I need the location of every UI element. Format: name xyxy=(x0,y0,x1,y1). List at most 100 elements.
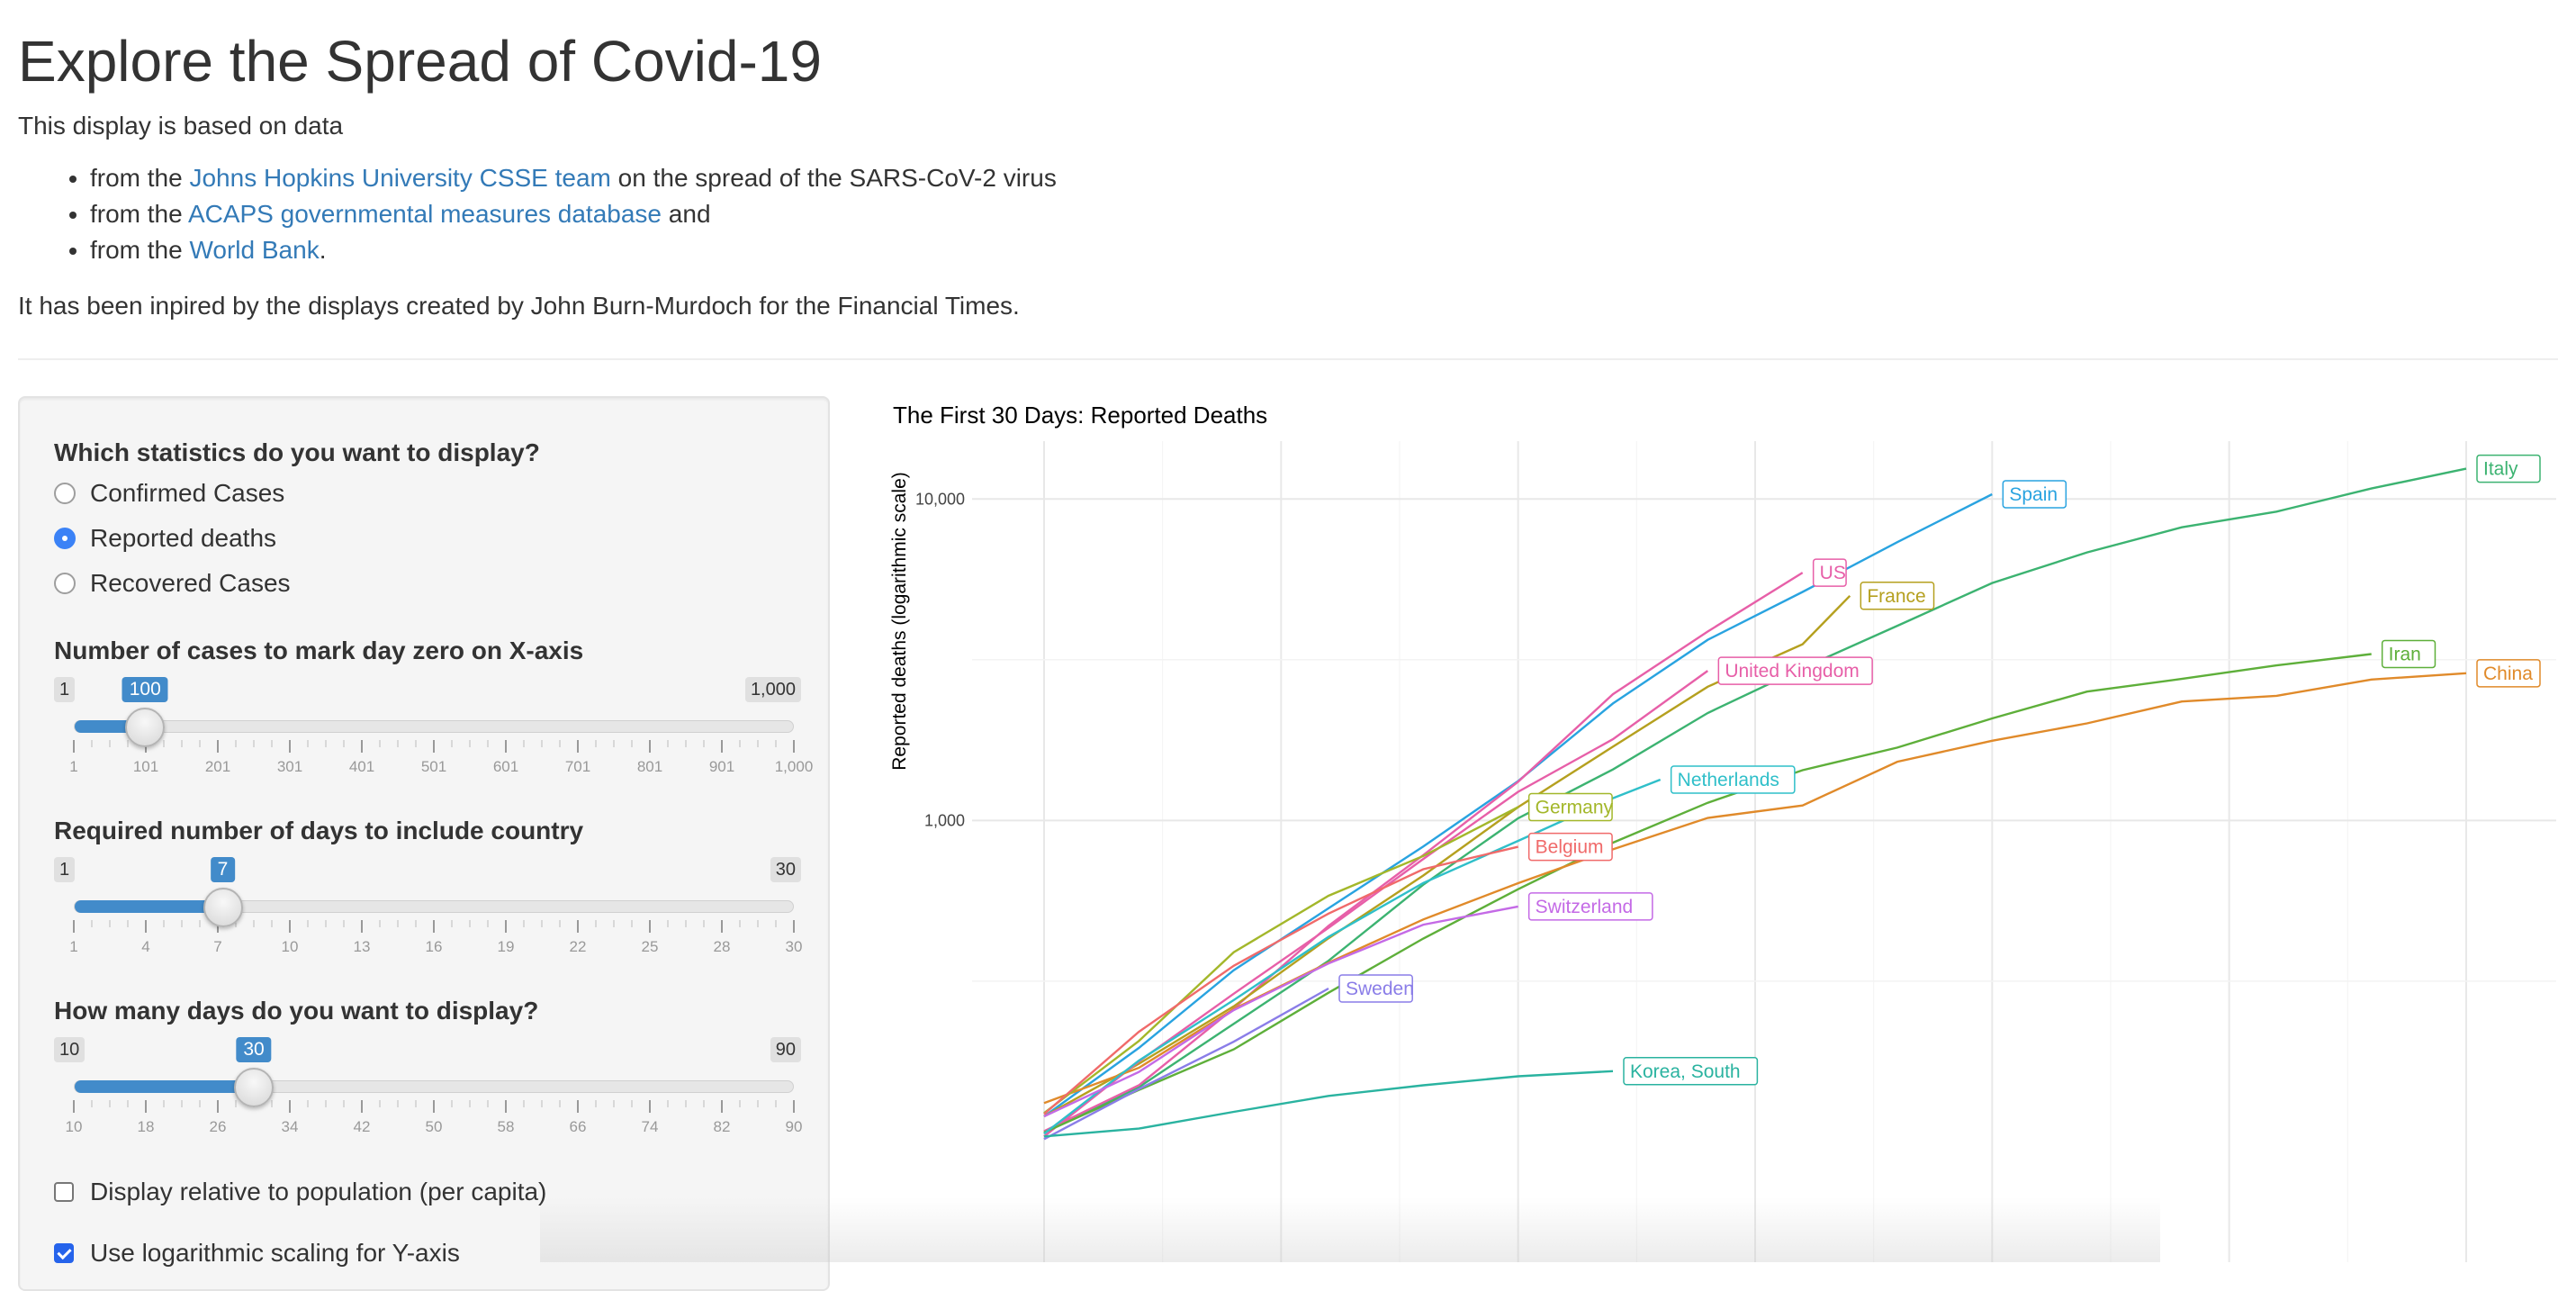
slider-minor-tick xyxy=(469,920,471,927)
slider-tick xyxy=(361,740,363,753)
slider-minor-tick xyxy=(271,920,273,927)
slider-track[interactable] xyxy=(74,720,794,733)
slider-value-label: 30 xyxy=(236,1037,272,1062)
slider-tick xyxy=(721,740,723,753)
slider-tick xyxy=(361,920,363,933)
slider-minor-tick xyxy=(757,920,759,927)
slider-minor-tick xyxy=(163,1100,165,1107)
slider-tick-label: 74 xyxy=(641,1118,659,1135)
series-label: China xyxy=(2483,664,2533,684)
slider-minor-tick xyxy=(667,740,669,747)
slider-minor-tick xyxy=(631,1100,633,1107)
radio-reported-deaths[interactable]: Reported deaths xyxy=(54,520,276,556)
slider-value-label: 7 xyxy=(210,857,236,882)
series-label: France xyxy=(1867,586,1925,607)
jhu-link[interactable]: Johns Hopkins University CSSE team xyxy=(189,164,610,192)
slider-tick-label: 26 xyxy=(209,1118,227,1135)
slider-handle[interactable] xyxy=(125,708,166,747)
slider-tick-label: 13 xyxy=(353,938,371,955)
slider-minor-tick xyxy=(109,1100,111,1107)
slider-max-label: 1,000 xyxy=(744,677,801,702)
slider-minor-tick xyxy=(757,1100,759,1107)
days-display-slider[interactable]: 10 90 30 10 18 26 34 42 50 58 66 74 82 90 xyxy=(54,1037,802,1145)
deaths-chart: The First 30 Days: Reported Deaths 1,000… xyxy=(864,387,2556,1262)
slider-tick xyxy=(361,1100,363,1113)
slider-tick-label: 4 xyxy=(141,938,150,955)
slider-handle[interactable] xyxy=(203,888,243,927)
source-suffix: on the spread of the SARS-CoV-2 virus xyxy=(610,164,1057,192)
slider-minor-tick xyxy=(613,1100,615,1107)
slider-tick-label: 25 xyxy=(641,938,659,955)
slider-minor-tick xyxy=(667,920,669,927)
source-suffix: and xyxy=(662,200,711,228)
series-label: Iran xyxy=(2389,644,2421,664)
slider-minor-tick xyxy=(181,1100,183,1107)
slider-tick xyxy=(217,1100,219,1113)
slider-minor-tick xyxy=(631,920,633,927)
slider-minor-tick xyxy=(325,920,327,927)
radio-recovered-cases[interactable]: Recovered Cases xyxy=(54,565,291,601)
zero-slider-label: Number of cases to mark day zero on X-ax… xyxy=(54,636,584,664)
radio-button[interactable] xyxy=(54,483,76,504)
slider-minor-tick xyxy=(703,740,705,747)
slider-handle[interactable] xyxy=(234,1068,274,1107)
slider-minor-tick xyxy=(397,920,399,927)
source-item: from the Johns Hopkins University CSSE t… xyxy=(90,160,1057,196)
slider-tick xyxy=(721,1100,723,1113)
slider-track[interactable] xyxy=(74,1080,794,1093)
slider-minor-tick xyxy=(559,1100,561,1107)
radio-button[interactable] xyxy=(54,528,76,549)
slider-minor-tick xyxy=(541,740,543,747)
slider-tick-label: 34 xyxy=(281,1118,299,1135)
per-capita-checkbox[interactable] xyxy=(54,1182,74,1202)
slider-tick xyxy=(577,920,579,933)
slider-tick-label: 101 xyxy=(132,758,159,775)
slider-minor-tick xyxy=(307,740,309,747)
days-required-slider-label: Required number of days to include count… xyxy=(54,817,584,844)
slider-track[interactable] xyxy=(74,900,794,913)
slider-tick-label: 301 xyxy=(276,758,303,775)
slider-tick xyxy=(577,1100,579,1113)
slider-minor-tick xyxy=(685,740,687,747)
divider xyxy=(18,358,2558,360)
slider-tick-label: 7 xyxy=(213,938,222,955)
slider-tick-label: 901 xyxy=(708,758,735,775)
slider-tick xyxy=(793,1100,795,1113)
slider-minor-tick xyxy=(595,740,597,747)
slider-minor-tick xyxy=(91,920,93,927)
acaps-link[interactable]: ACAPS governmental measures database xyxy=(188,200,662,228)
slider-minor-tick xyxy=(379,920,381,927)
per-capita-checkbox-row[interactable]: Display relative to population (per capi… xyxy=(54,1174,546,1210)
days-required-slider[interactable]: 1 30 7 1 4 7 10 13 16 19 22 25 28 30 xyxy=(54,857,803,965)
zero-slider[interactable]: 1 1,000 100 1 101 201 301 401 501 601 701 801 901 1,0… xyxy=(54,677,813,785)
series-label: Sweden xyxy=(1346,979,1414,999)
slider-minor-tick xyxy=(343,920,345,927)
slider-tick xyxy=(793,740,795,753)
world-bank-link[interactable]: World Bank xyxy=(189,236,319,264)
slider-minor-tick xyxy=(397,740,399,747)
slider-tick-label: 30 xyxy=(785,938,803,955)
series-label: Spain xyxy=(2009,484,2058,505)
slider-minor-tick xyxy=(163,920,165,927)
series-line-korea-south xyxy=(1043,1070,1614,1138)
radio-button[interactable] xyxy=(54,573,76,594)
slider-tick-label: 66 xyxy=(569,1118,587,1135)
slider-minor-tick xyxy=(487,1100,489,1107)
slider-minor-tick xyxy=(253,740,255,747)
slider-tick xyxy=(217,740,219,753)
slider-minor-tick xyxy=(541,1100,543,1107)
log-scale-checkbox[interactable] xyxy=(54,1243,74,1263)
radio-confirmed-cases[interactable]: Confirmed Cases xyxy=(54,475,284,511)
slider-tick-label: 501 xyxy=(420,758,447,775)
slider-minor-tick xyxy=(109,740,111,747)
slider-tick-label: 82 xyxy=(713,1118,731,1135)
slider-tick xyxy=(289,1100,291,1113)
slider-minor-tick xyxy=(469,1100,471,1107)
slider-tick-label: 601 xyxy=(492,758,519,775)
radio-label: Reported deaths xyxy=(90,524,277,552)
slider-minor-tick xyxy=(487,920,489,927)
log-scale-checkbox-row[interactable]: Use logarithmic scaling for Y-axis xyxy=(54,1235,460,1271)
intro-text: This display is based on data xyxy=(18,112,344,140)
slider-minor-tick xyxy=(163,740,165,747)
slider-minor-tick xyxy=(631,740,633,747)
